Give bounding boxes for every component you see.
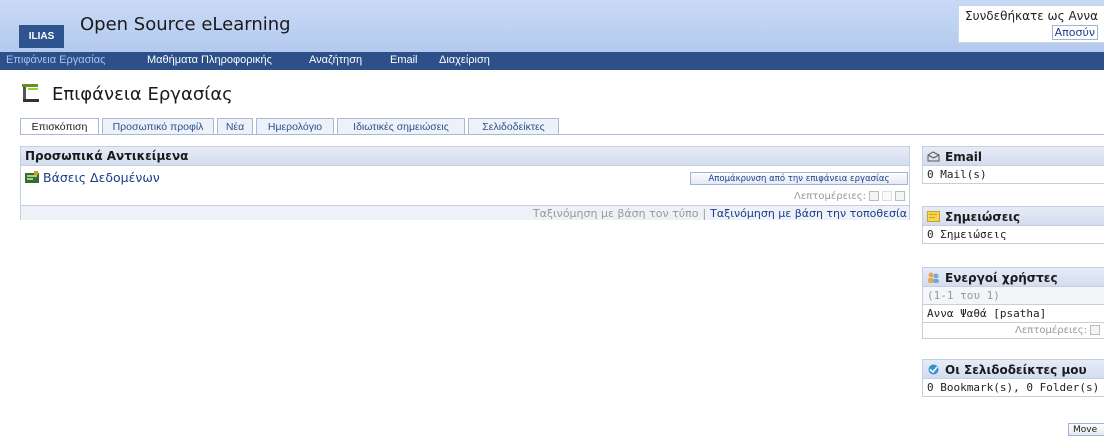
ilias-logo[interactable]: ILIAS bbox=[19, 25, 64, 48]
details-label: Λεπτομέρειες: bbox=[794, 191, 866, 202]
tab-bookmarks[interactable]: Σελιδοδείκτες bbox=[468, 118, 559, 134]
bookmarks-count[interactable]: 0 Bookmark(s), 0 Folder(s) bbox=[923, 379, 1104, 397]
bookmarks-box: Οι Σελιδοδείκτες μου 0 Bookmark(s), 0 Fo… bbox=[922, 359, 1104, 397]
database-icon bbox=[25, 171, 39, 183]
email-box-header: Email bbox=[923, 146, 1104, 166]
sort-separator: | bbox=[702, 207, 707, 220]
sort-by-location-link[interactable]: Ταξινόμηση με βάση την τοποθεσία bbox=[710, 207, 907, 220]
tab-calendar[interactable]: Ημερολόγιο bbox=[256, 118, 334, 134]
nav-item-informatics-courses[interactable]: Μαθήματα Πληροφορικής bbox=[147, 54, 272, 66]
nav-item-search[interactable]: Αναζήτηση bbox=[309, 54, 362, 66]
login-box: Συνδεθήκατε ως Αννα Αποσύν bbox=[958, 5, 1104, 43]
bookmarks-box-header: Οι Σελιδοδείκτες μου bbox=[923, 359, 1104, 379]
email-icon bbox=[927, 151, 940, 162]
move-button[interactable]: Move bbox=[1068, 423, 1104, 436]
users-details-label: Λεπτομέρειες: bbox=[1015, 325, 1087, 336]
details-row: Λεπτομέρειες: bbox=[794, 191, 905, 202]
desktop-icon bbox=[22, 84, 39, 102]
users-details-row: Λεπτομέρειες: bbox=[923, 323, 1104, 339]
nav-item-desktop[interactable]: Επιφάνεια Εργασίας bbox=[6, 54, 105, 66]
sort-bar: Ταξινόμηση με βάση τον τύπο | Ταξινόμηση μ… bbox=[21, 205, 909, 220]
notes-box: Σημειώσεις 0 Σημειώσεις bbox=[922, 206, 1104, 244]
details-full-icon[interactable] bbox=[895, 191, 905, 201]
panel-header: Προσωπικά Αντικείμενα bbox=[21, 147, 909, 166]
details-minimal-icon[interactable] bbox=[869, 191, 879, 201]
page-header: ILIAS Open Source eLearning Συνδεθήκατε … bbox=[0, 0, 1104, 52]
bookmarks-box-title: Οι Σελιδοδείκτες μου bbox=[945, 363, 1087, 377]
details-standard-icon[interactable] bbox=[882, 191, 892, 201]
panel-title: Προσωπικά Αντικείμενα bbox=[25, 149, 189, 163]
active-users-header: Ενεργοί χρήστες bbox=[923, 267, 1104, 287]
active-users-box: Ενεργοί χρήστες (1-1 του 1) Αννα Ψαθά [p… bbox=[922, 267, 1104, 339]
users-icon bbox=[928, 272, 939, 283]
tab-overview[interactable]: Επισκόπιση bbox=[20, 118, 99, 135]
nav-item-email[interactable]: Email bbox=[390, 54, 418, 66]
users-details-icon[interactable] bbox=[1090, 325, 1100, 335]
tab-private-notes[interactable]: Ιδιωτικές σημειώσεις bbox=[337, 118, 465, 134]
logout-button[interactable]: Αποσύν bbox=[1051, 25, 1098, 40]
page-title: Επιφάνεια Εργασίας bbox=[52, 84, 233, 105]
nav-item-administration[interactable]: Διαχείριση bbox=[439, 54, 490, 66]
user-entry[interactable]: Αννα Ψαθά [psatha] bbox=[923, 305, 1104, 323]
tab-personal-profile[interactable]: Προσωπικό προφίλ bbox=[102, 118, 214, 134]
email-box: Email 0 Mail(s) bbox=[922, 146, 1104, 184]
login-status: Συνδεθήκατε ως Αννα bbox=[965, 9, 1098, 23]
sort-by-type: Ταξινόμηση με βάση τον τύπο bbox=[532, 207, 699, 220]
notes-box-title: Σημειώσεις bbox=[945, 210, 1021, 224]
notes-box-header: Σημειώσεις bbox=[923, 206, 1104, 226]
sort-options: Ταξινόμηση με βάση τον τύπο | Ταξινόμηση μ… bbox=[533, 207, 907, 220]
bookmarks-icon bbox=[928, 364, 939, 375]
main-nav: Επιφάνεια Εργασίας Μαθήματα Πληροφορικής… bbox=[0, 52, 1104, 70]
item-link-databases[interactable]: Βάσεις Δεδομένων bbox=[43, 170, 160, 185]
email-count[interactable]: 0 Mail(s) bbox=[923, 166, 1104, 184]
site-title: Open Source eLearning bbox=[80, 14, 291, 35]
users-range: (1-1 του 1) bbox=[923, 287, 1104, 305]
remove-from-desktop-button[interactable]: Απομάκρυνση από την επιφάνεια εργασίας bbox=[690, 172, 908, 185]
notes-icon bbox=[927, 211, 940, 222]
tab-news[interactable]: Νέα bbox=[217, 118, 253, 134]
personal-items-panel: Προσωπικά Αντικείμενα Βάσεις Δεδομένων Α… bbox=[20, 146, 910, 220]
notes-count[interactable]: 0 Σημειώσεις bbox=[923, 226, 1104, 244]
active-users-title: Ενεργοί χρήστες bbox=[945, 271, 1058, 285]
tab-divider bbox=[20, 134, 1104, 135]
email-box-title: Email bbox=[945, 150, 983, 164]
